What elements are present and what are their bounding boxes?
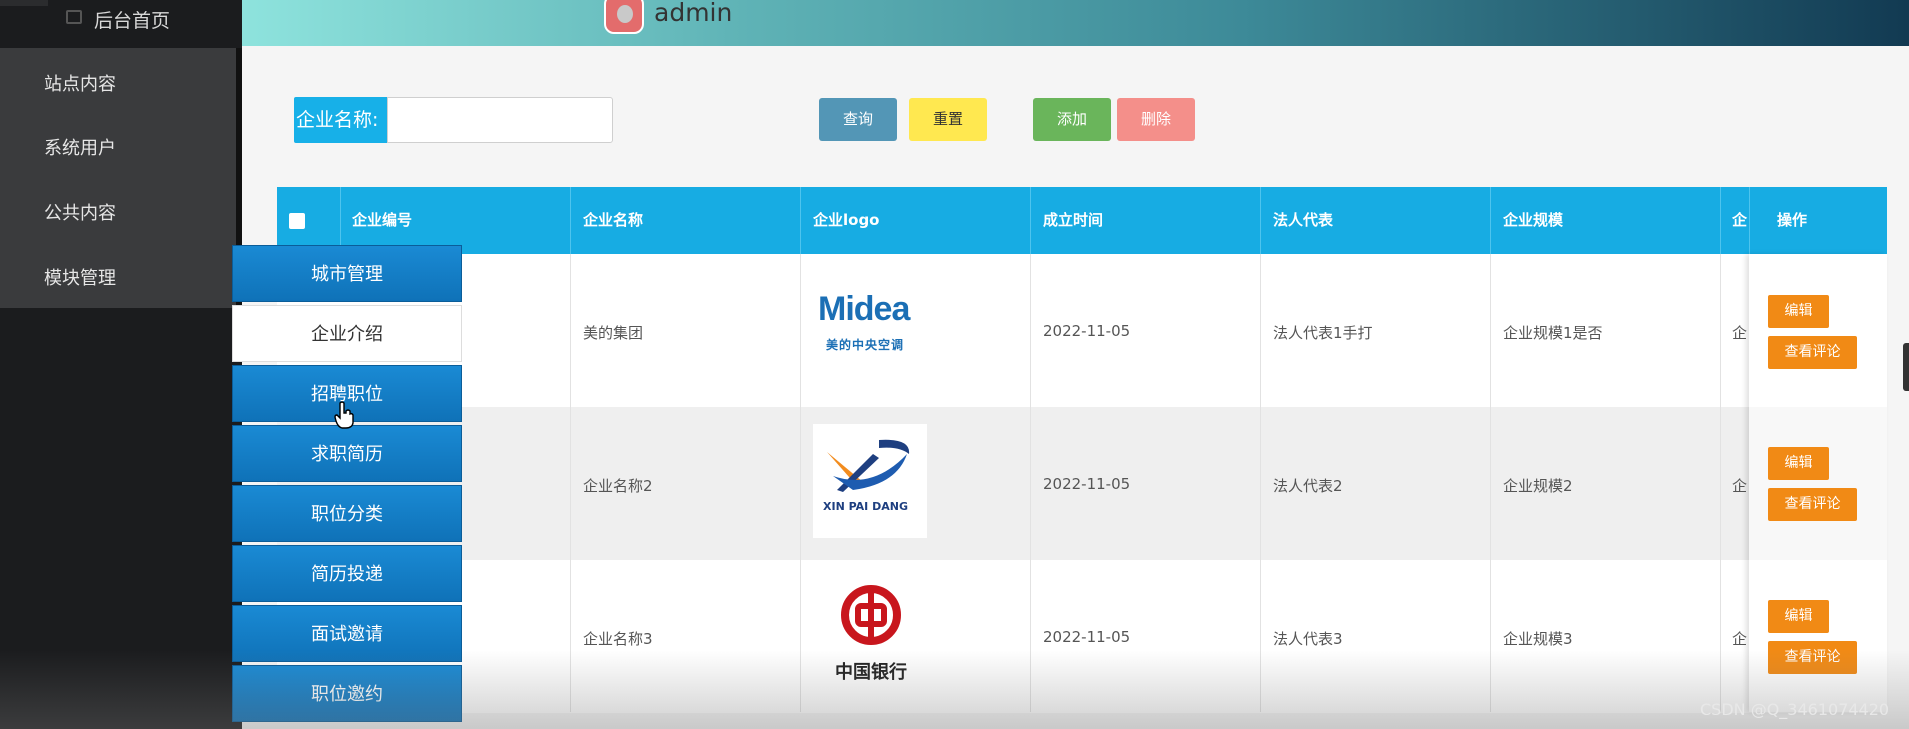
view-comments-button[interactable]: 查看评论 xyxy=(1768,336,1857,369)
midea-logo: Midea 美的中央空调 xyxy=(818,290,928,356)
header-separator xyxy=(800,187,801,254)
midea-logo-subtitle: 美的中央空调 xyxy=(826,338,905,352)
cell-scale: 企业规模2 xyxy=(1503,477,1573,495)
search-label: 企业名称: xyxy=(294,97,388,143)
sidebar-item-site-content[interactable]: 站点内容 xyxy=(44,70,116,96)
cell-legal-rep: 法人代表3 xyxy=(1273,630,1343,648)
table-header: 企业编号 企业名称 企业logo 成立时间 法人代表 企业规模 企 操作 xyxy=(277,187,1887,254)
user-avatar[interactable] xyxy=(604,0,644,34)
top-header: admin xyxy=(242,0,1909,46)
cell-founded: 2022-11-05 xyxy=(1043,628,1131,646)
header-separator xyxy=(570,187,571,254)
submenu-item-company-intro[interactable]: 企业介绍 xyxy=(232,305,462,362)
select-all-checkbox[interactable] xyxy=(289,213,305,229)
company-table: 企业编号 企业名称 企业logo 成立时间 法人代表 企业规模 企 操作 美的集… xyxy=(277,187,1887,713)
submenu-item-job-categories[interactable]: 职位分类 xyxy=(232,485,462,542)
header-separator xyxy=(1030,187,1031,254)
cell-scale: 企业规模3 xyxy=(1503,630,1573,648)
bank-of-china-logo-text: 中国银行 xyxy=(835,662,907,683)
cell-legal-rep: 法人代表1手打 xyxy=(1273,324,1373,342)
hand-cursor-icon xyxy=(334,401,354,429)
header-actions: 操作 xyxy=(1777,211,1808,229)
edit-button[interactable]: 编辑 xyxy=(1768,600,1829,633)
cell-founded: 2022-11-05 xyxy=(1043,322,1131,340)
add-button[interactable]: 添加 xyxy=(1033,98,1111,141)
submenu-item-city[interactable]: 城市管理 xyxy=(232,245,462,302)
cell-scale: 企业规模1是否 xyxy=(1503,324,1603,342)
header-company-logo[interactable]: 企业logo xyxy=(813,187,880,254)
cell-truncated: 企 xyxy=(1732,477,1748,495)
sidebar-item-public-content[interactable]: 公共内容 xyxy=(44,199,116,225)
sidebar-home[interactable]: 后台首页 xyxy=(0,0,242,48)
header-scale[interactable]: 企业规模 xyxy=(1503,187,1563,254)
sidebar: 后台首页 站点内容 系统用户 公共内容 模块管理 xyxy=(0,0,242,729)
monitor-icon xyxy=(66,10,82,24)
delete-button[interactable]: 删除 xyxy=(1117,98,1195,141)
submenu-item-resume-delivery[interactable]: 简历投递 xyxy=(232,545,462,602)
username[interactable]: admin xyxy=(654,0,732,27)
midea-logo-word: Midea xyxy=(818,290,910,328)
column-line xyxy=(800,254,801,712)
header-separator xyxy=(1749,187,1750,254)
column-line xyxy=(1260,254,1261,712)
bank-of-china-mark-icon xyxy=(841,585,901,645)
bank-of-china-logo: 中国银行 xyxy=(835,582,915,683)
column-line xyxy=(1030,254,1031,712)
header-separator xyxy=(1260,187,1261,254)
xinpaidang-logo: XIN PAI DANG xyxy=(813,424,927,538)
view-comments-button[interactable]: 查看评论 xyxy=(1768,641,1857,674)
submenu-item-resumes[interactable]: 求职简历 xyxy=(232,425,462,482)
cell-founded: 2022-11-05 xyxy=(1043,475,1131,493)
submenu-item-job-offers[interactable]: 职位邀约 xyxy=(232,665,462,722)
header-separator xyxy=(1490,187,1491,254)
column-line xyxy=(1490,254,1491,712)
xinpaidang-logo-text: XIN PAI DANG xyxy=(823,500,908,513)
sidebar-item-module-management[interactable]: 模块管理 xyxy=(44,264,116,290)
sidebar-menu: 站点内容 系统用户 公共内容 模块管理 xyxy=(0,48,236,308)
cell-truncated: 企 xyxy=(1732,324,1748,342)
header-founded[interactable]: 成立时间 xyxy=(1043,187,1103,254)
sidebar-item-system-users[interactable]: 系统用户 xyxy=(44,134,116,160)
cell-company-name: 企业名称2 xyxy=(583,477,653,495)
sidebar-home-label: 后台首页 xyxy=(94,10,171,32)
column-line xyxy=(570,254,571,712)
edit-button[interactable]: 编辑 xyxy=(1768,295,1829,328)
view-comments-button[interactable]: 查看评论 xyxy=(1768,488,1857,521)
xinpaidang-mark-icon xyxy=(827,439,910,492)
cell-company-name: 美的集团 xyxy=(583,324,644,342)
column-line xyxy=(1720,254,1721,712)
company-name-search-input[interactable] xyxy=(387,97,613,143)
query-button[interactable]: 查询 xyxy=(819,98,897,141)
header-legal-rep[interactable]: 法人代表 xyxy=(1273,187,1333,254)
submenu-item-interview-invites[interactable]: 面试邀请 xyxy=(232,605,462,662)
reset-button[interactable]: 重置 xyxy=(909,98,987,141)
scrollbar-handle[interactable] xyxy=(1903,343,1909,391)
module-submenu: 城市管理 企业介绍 招聘职位 求职简历 职位分类 简历投递 面试邀请 职位邀约 xyxy=(230,243,464,725)
cell-legal-rep: 法人代表2 xyxy=(1273,477,1343,495)
header-truncated[interactable]: 企 xyxy=(1732,187,1747,254)
cell-truncated: 企 xyxy=(1732,630,1748,648)
tab-edge xyxy=(0,0,48,6)
cell-company-name: 企业名称3 xyxy=(583,630,653,648)
watermark: CSDN @Q_3461074420 xyxy=(1700,700,1890,719)
header-company-name[interactable]: 企业名称 xyxy=(583,187,643,254)
edit-button[interactable]: 编辑 xyxy=(1768,447,1829,480)
header-separator xyxy=(1720,187,1721,254)
